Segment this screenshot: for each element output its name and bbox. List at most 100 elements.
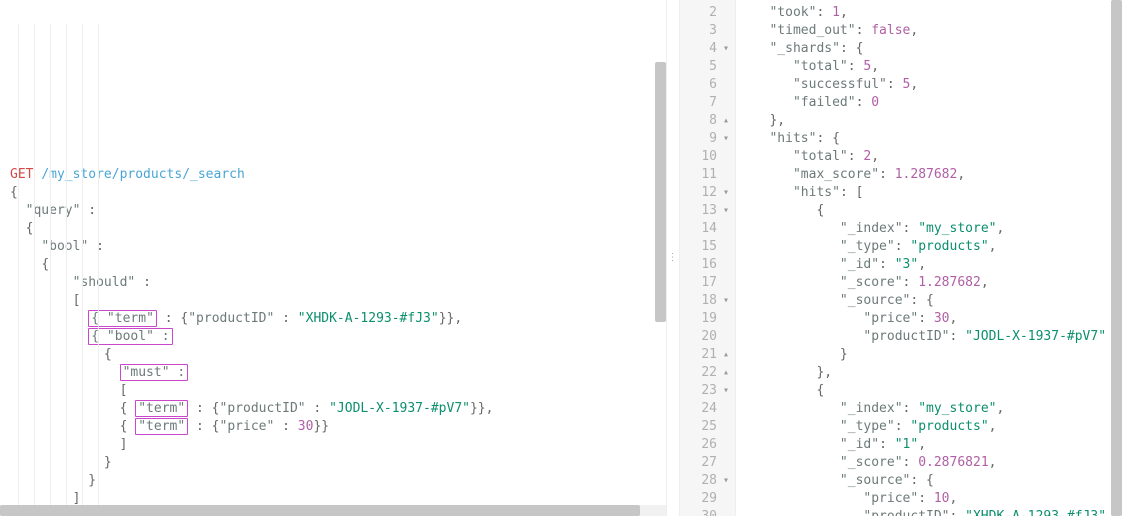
code-line[interactable]: "_index": "my_store",: [746, 400, 1118, 418]
fold-close-icon[interactable]: ▴: [721, 112, 729, 130]
fold-close-icon[interactable]: ▴: [721, 364, 729, 382]
json-key: "productID": [220, 401, 306, 416]
scrollbar-thumb[interactable]: [655, 62, 666, 322]
code-line[interactable]: "successful": 5,: [746, 76, 1118, 94]
line-number: 30: [684, 508, 729, 516]
code-line[interactable]: {: [746, 202, 1118, 220]
code-line[interactable]: {: [746, 382, 1118, 400]
json-punct: :: [950, 509, 966, 516]
response-vertical-scrollbar[interactable]: [1111, 0, 1122, 516]
json-key: "price": [863, 491, 918, 506]
scrollbar-thumb[interactable]: [1111, 0, 1122, 516]
code-line[interactable]: {: [10, 256, 662, 274]
json-string: "1": [895, 437, 918, 452]
response-code-area[interactable]: "took": 1, "timed_out": false, "_shards"…: [736, 0, 1122, 516]
json-key: "productID": [863, 509, 949, 516]
fold-close-icon[interactable]: ▴: [721, 346, 729, 364]
request-horizontal-scrollbar[interactable]: [0, 505, 666, 516]
json-punct: :: [848, 149, 864, 164]
line-number: 21▴: [684, 346, 729, 364]
code-line[interactable]: "price": 30,: [746, 310, 1118, 328]
code-line[interactable]: },: [746, 364, 1118, 382]
json-string: "XHDK-A-1293-#fJ3": [965, 509, 1106, 516]
code-line[interactable]: "total": 2,: [746, 148, 1118, 166]
json-punct: :: [903, 401, 919, 416]
code-line[interactable]: "bool" :: [10, 238, 662, 256]
code-line[interactable]: "_type": "products",: [746, 238, 1118, 256]
code-line[interactable]: "_source": {: [746, 292, 1118, 310]
json-key: "timed_out": [769, 23, 855, 38]
code-line[interactable]: "_score": 0.2876821,: [746, 454, 1118, 472]
code-line[interactable]: }: [746, 346, 1118, 364]
code-line[interactable]: ]: [10, 436, 662, 454]
fold-open-icon[interactable]: ▾: [721, 202, 729, 220]
code-line[interactable]: },: [746, 112, 1118, 130]
json-punct: [: [120, 383, 128, 398]
code-line[interactable]: { "term" : {"productID" : "XHDK-A-1293-#…: [10, 310, 662, 328]
highlighted-term: "term": [135, 418, 188, 435]
code-line[interactable]: "_score": 1.287682,: [746, 274, 1118, 292]
fold-open-icon[interactable]: ▾: [721, 184, 729, 202]
line-number: 18▾: [684, 292, 729, 310]
code-line[interactable]: "failed": 0: [746, 94, 1118, 112]
code-line[interactable]: "_id": "3",: [746, 256, 1118, 274]
code-line[interactable]: { "bool" :: [10, 328, 662, 346]
code-line[interactable]: "hits": {: [746, 130, 1118, 148]
code-line[interactable]: { "term" : {"price" : 30}}: [10, 418, 662, 436]
scrollbar-thumb[interactable]: [0, 505, 640, 516]
json-punct: ,: [981, 275, 989, 290]
json-string: "3": [895, 257, 918, 272]
fold-open-icon[interactable]: ▾: [721, 40, 729, 58]
json-key: "max_score": [793, 167, 879, 182]
pane-splitter[interactable]: ⋮: [666, 0, 680, 516]
code-line[interactable]: "took": 1,: [746, 4, 1118, 22]
fold-open-icon[interactable]: ▾: [721, 472, 729, 490]
code-line[interactable]: }: [10, 472, 662, 490]
json-punct: ,: [871, 149, 879, 164]
fold-open-icon[interactable]: ▾: [721, 292, 729, 310]
response-line-gutter: 234▾5678▴9▾101112▾13▾1415161718▾192021▴2…: [680, 0, 736, 516]
json-punct: ,: [957, 167, 965, 182]
code-line[interactable]: {: [10, 184, 662, 202]
fold-open-icon[interactable]: ▾: [721, 382, 729, 400]
code-line[interactable]: }: [10, 454, 662, 472]
json-punct: :: [879, 167, 895, 182]
json-string: "my_store": [918, 401, 996, 416]
code-line[interactable]: "price": 10,: [746, 490, 1118, 508]
code-line[interactable]: "_source": {: [746, 472, 1118, 490]
code-line[interactable]: "_index": "my_store",: [746, 220, 1118, 238]
code-line[interactable]: "total": 5,: [746, 58, 1118, 76]
json-key: "failed": [793, 95, 856, 110]
code-line[interactable]: "must" :: [10, 364, 662, 382]
code-line[interactable]: {: [10, 220, 662, 238]
json-number: 10: [934, 491, 950, 506]
json-key: "total": [793, 149, 848, 164]
json-punct: }}: [313, 419, 329, 434]
fold-open-icon[interactable]: ▾: [721, 130, 729, 148]
code-line[interactable]: "timed_out": false,: [746, 22, 1118, 40]
json-punct: :: [816, 5, 832, 20]
line-number: 28▾: [684, 472, 729, 490]
request-editor-pane[interactable]: GET /my_store/products/_search{ "query" …: [0, 0, 666, 516]
response-viewer-pane[interactable]: 234▾5678▴9▾101112▾13▾1415161718▾192021▴2…: [680, 0, 1122, 516]
code-line[interactable]: "_id": "1",: [746, 436, 1118, 454]
code-line[interactable]: "hits": [: [746, 184, 1118, 202]
code-line[interactable]: GET /my_store/products/_search: [10, 166, 662, 184]
request-vertical-scrollbar[interactable]: [655, 0, 666, 516]
code-line[interactable]: "productID": "XHDK-A-1293-#fJ3": [746, 508, 1118, 516]
line-number: 12▾: [684, 184, 729, 202]
code-line[interactable]: { "term" : {"productID" : "JODL-X-1937-#…: [10, 400, 662, 418]
code-line[interactable]: [: [10, 382, 662, 400]
code-line[interactable]: "_shards": {: [746, 40, 1118, 58]
code-line[interactable]: {: [10, 346, 662, 364]
request-code-area[interactable]: GET /my_store/products/_search{ "query" …: [0, 0, 666, 516]
code-line[interactable]: "should" :: [10, 274, 662, 292]
code-line[interactable]: "_type": "products",: [746, 418, 1118, 436]
json-punct: : {: [188, 419, 219, 434]
code-line[interactable]: "query" :: [10, 202, 662, 220]
code-line[interactable]: "productID": "JODL-X-1937-#pV7": [746, 328, 1118, 346]
line-number: 19: [684, 310, 729, 328]
json-punct: ,: [910, 77, 918, 92]
code-line[interactable]: [: [10, 292, 662, 310]
code-line[interactable]: "max_score": 1.287682,: [746, 166, 1118, 184]
